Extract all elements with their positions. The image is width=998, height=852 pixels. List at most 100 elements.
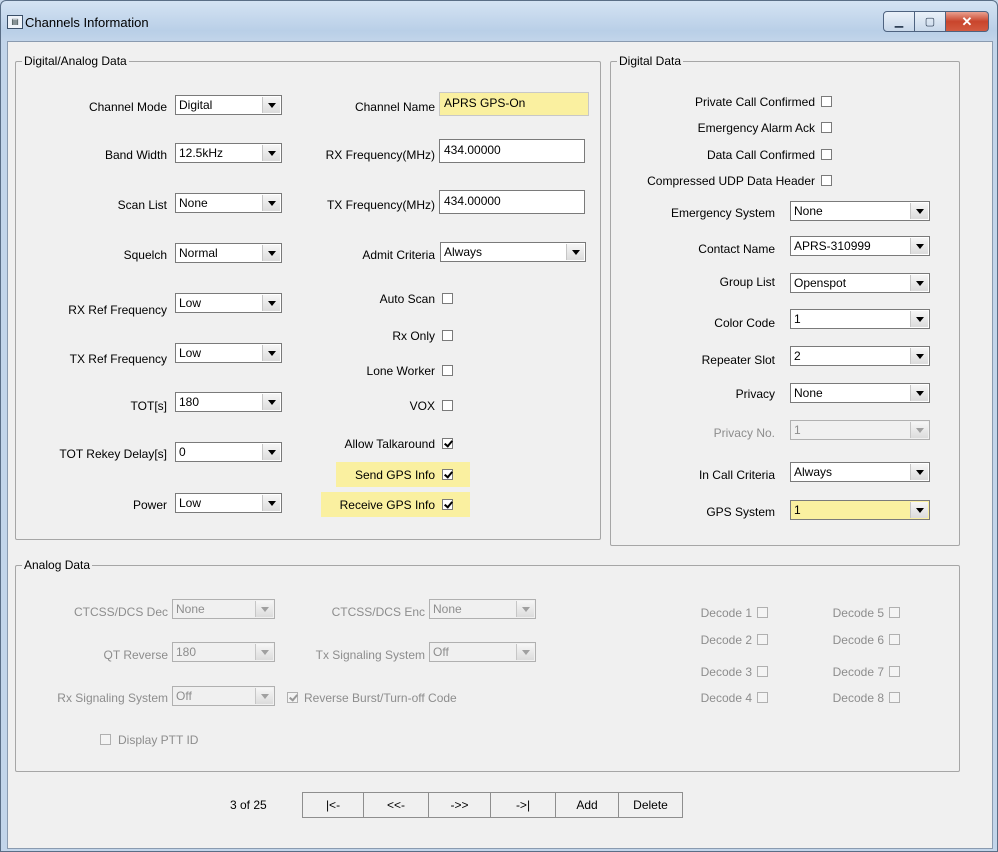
add-button[interactable]: Add	[555, 792, 619, 818]
privacy-no-label: Privacy No.	[713, 426, 775, 440]
tot-select[interactable]: 180	[175, 392, 282, 412]
band-width-value: 12.5kHz	[179, 146, 224, 160]
chevron-down-icon	[262, 245, 280, 261]
chevron-down-icon	[262, 495, 280, 511]
privacy-no-select[interactable]: 1	[790, 420, 930, 440]
decode-2-label: Decode 2	[700, 633, 752, 647]
decode-1-label: Decode 1	[700, 606, 752, 620]
group-list-select[interactable]: Openspot	[790, 273, 930, 293]
decode-4-checkbox[interactable]	[757, 692, 768, 703]
squelch-select[interactable]: Normal	[175, 243, 282, 263]
auto-scan-checkbox[interactable]	[442, 293, 453, 304]
rx-only-checkbox[interactable]	[442, 330, 453, 341]
tx-signaling-select[interactable]: Off	[429, 642, 536, 662]
admit-criteria-select[interactable]: Always	[440, 242, 586, 262]
title-bar[interactable]: ▤ Channels Information ▁ ▢ ✕	[1, 1, 997, 41]
color-code-select[interactable]: 1	[790, 309, 930, 329]
tot-rekey-delay-value: 0	[179, 445, 186, 459]
app-icon: ▤	[7, 15, 23, 29]
chevron-down-icon	[910, 348, 928, 364]
rx-ref-frequency-select[interactable]: Low	[175, 293, 282, 313]
tot-rekey-delay-select[interactable]: 0	[175, 442, 282, 462]
power-label: Power	[132, 498, 167, 512]
in-call-criteria-select[interactable]: Always	[790, 462, 930, 482]
gps-system-select[interactable]: 1	[790, 500, 930, 520]
decode-8-label: Decode 8	[832, 691, 884, 705]
decode-7-checkbox[interactable]	[889, 666, 900, 677]
minimize-button[interactable]: ▁	[883, 11, 915, 32]
rx-signaling-label: Rx Signaling System	[57, 691, 168, 705]
lone-worker-checkbox[interactable]	[442, 365, 453, 376]
emergency-alarm-ack-label: Emergency Alarm Ack	[697, 121, 815, 135]
data-call-confirmed-label: Data Call Confirmed	[706, 148, 815, 162]
send-gps-info-label: Send GPS Info	[354, 468, 435, 482]
contact-name-value: APRS-310999	[794, 239, 871, 253]
chevron-down-icon	[262, 295, 280, 311]
allow-talkaround-checkbox[interactable]	[442, 438, 453, 449]
scan-list-select[interactable]: None	[175, 193, 282, 213]
channel-mode-select[interactable]: Digital	[175, 95, 282, 115]
color-code-value: 1	[794, 312, 801, 326]
decode-6-label: Decode 6	[832, 633, 884, 647]
ctcss-enc-select[interactable]: None	[429, 599, 536, 619]
first-record-button[interactable]: |<-	[302, 792, 364, 818]
client-area: Digital/Analog Data Channel Mode Digital…	[7, 41, 993, 849]
ctcss-dec-value: None	[176, 602, 205, 616]
digital-analog-legend: Digital/Analog Data	[24, 54, 127, 68]
emergency-system-value: None	[794, 204, 823, 218]
decode-6-checkbox[interactable]	[889, 634, 900, 645]
decode-4-label: Decode 4	[700, 691, 752, 705]
decode-5-checkbox[interactable]	[889, 607, 900, 618]
maximize-button[interactable]: ▢	[915, 11, 946, 32]
decode-2-checkbox[interactable]	[757, 634, 768, 645]
qt-reverse-select[interactable]: 180	[172, 642, 275, 662]
vox-checkbox[interactable]	[442, 400, 453, 411]
privacy-label: Privacy	[735, 387, 775, 401]
power-select[interactable]: Low	[175, 493, 282, 513]
rx-only-label: Rx Only	[392, 329, 435, 343]
chevron-down-icon	[516, 601, 534, 617]
group-list-label: Group List	[719, 275, 775, 289]
qt-reverse-label: QT Reverse	[103, 648, 168, 662]
repeater-slot-select[interactable]: 2	[790, 346, 930, 366]
repeater-slot-value: 2	[794, 349, 801, 363]
privacy-select[interactable]: None	[790, 383, 930, 403]
last-record-button[interactable]: ->|	[490, 792, 556, 818]
decode-3-checkbox[interactable]	[757, 666, 768, 677]
decode-8-checkbox[interactable]	[889, 692, 900, 703]
compressed-udp-checkbox[interactable]	[821, 175, 832, 186]
ctcss-dec-select[interactable]: None	[172, 599, 275, 619]
tot-rekey-delay-label: TOT Rekey Delay[s]	[59, 447, 167, 461]
chevron-down-icon	[516, 644, 534, 660]
private-call-confirmed-checkbox[interactable]	[821, 96, 832, 107]
data-call-confirmed-checkbox[interactable]	[821, 149, 832, 160]
receive-gps-info-checkbox[interactable]	[442, 499, 453, 510]
chevron-down-icon	[262, 444, 280, 460]
emergency-alarm-ack-checkbox[interactable]	[821, 122, 832, 133]
ctcss-enc-label: CTCSS/DCS Enc	[331, 605, 425, 619]
delete-button[interactable]: Delete	[618, 792, 683, 818]
rx-signaling-select[interactable]: Off	[172, 686, 275, 706]
send-gps-info-checkbox[interactable]	[442, 469, 453, 480]
band-width-label: Band Width	[104, 148, 167, 162]
tot-label: TOT[s]	[130, 399, 167, 413]
previous-record-button[interactable]: <<-	[363, 792, 429, 818]
chevron-down-icon	[910, 464, 928, 480]
decode-1-checkbox[interactable]	[757, 607, 768, 618]
chevron-down-icon	[262, 97, 280, 113]
decode-5-label: Decode 5	[832, 606, 884, 620]
tx-frequency-input[interactable]: 434.00000	[439, 190, 585, 214]
channel-name-input[interactable]: APRS GPS-On	[439, 92, 589, 116]
display-ptt-id-checkbox[interactable]	[100, 734, 111, 745]
band-width-select[interactable]: 12.5kHz	[175, 143, 282, 163]
next-record-button[interactable]: ->>	[428, 792, 491, 818]
power-value: Low	[179, 496, 202, 510]
window-title: Channels Information	[25, 15, 149, 30]
contact-name-select[interactable]: APRS-310999	[790, 236, 930, 256]
tx-ref-frequency-select[interactable]: Low	[175, 343, 282, 363]
reverse-burst-checkbox[interactable]	[287, 692, 298, 703]
close-button[interactable]: ✕	[946, 11, 989, 32]
rx-frequency-input[interactable]: 434.00000	[439, 139, 585, 163]
chevron-down-icon	[910, 502, 928, 518]
emergency-system-select[interactable]: None	[790, 201, 930, 221]
